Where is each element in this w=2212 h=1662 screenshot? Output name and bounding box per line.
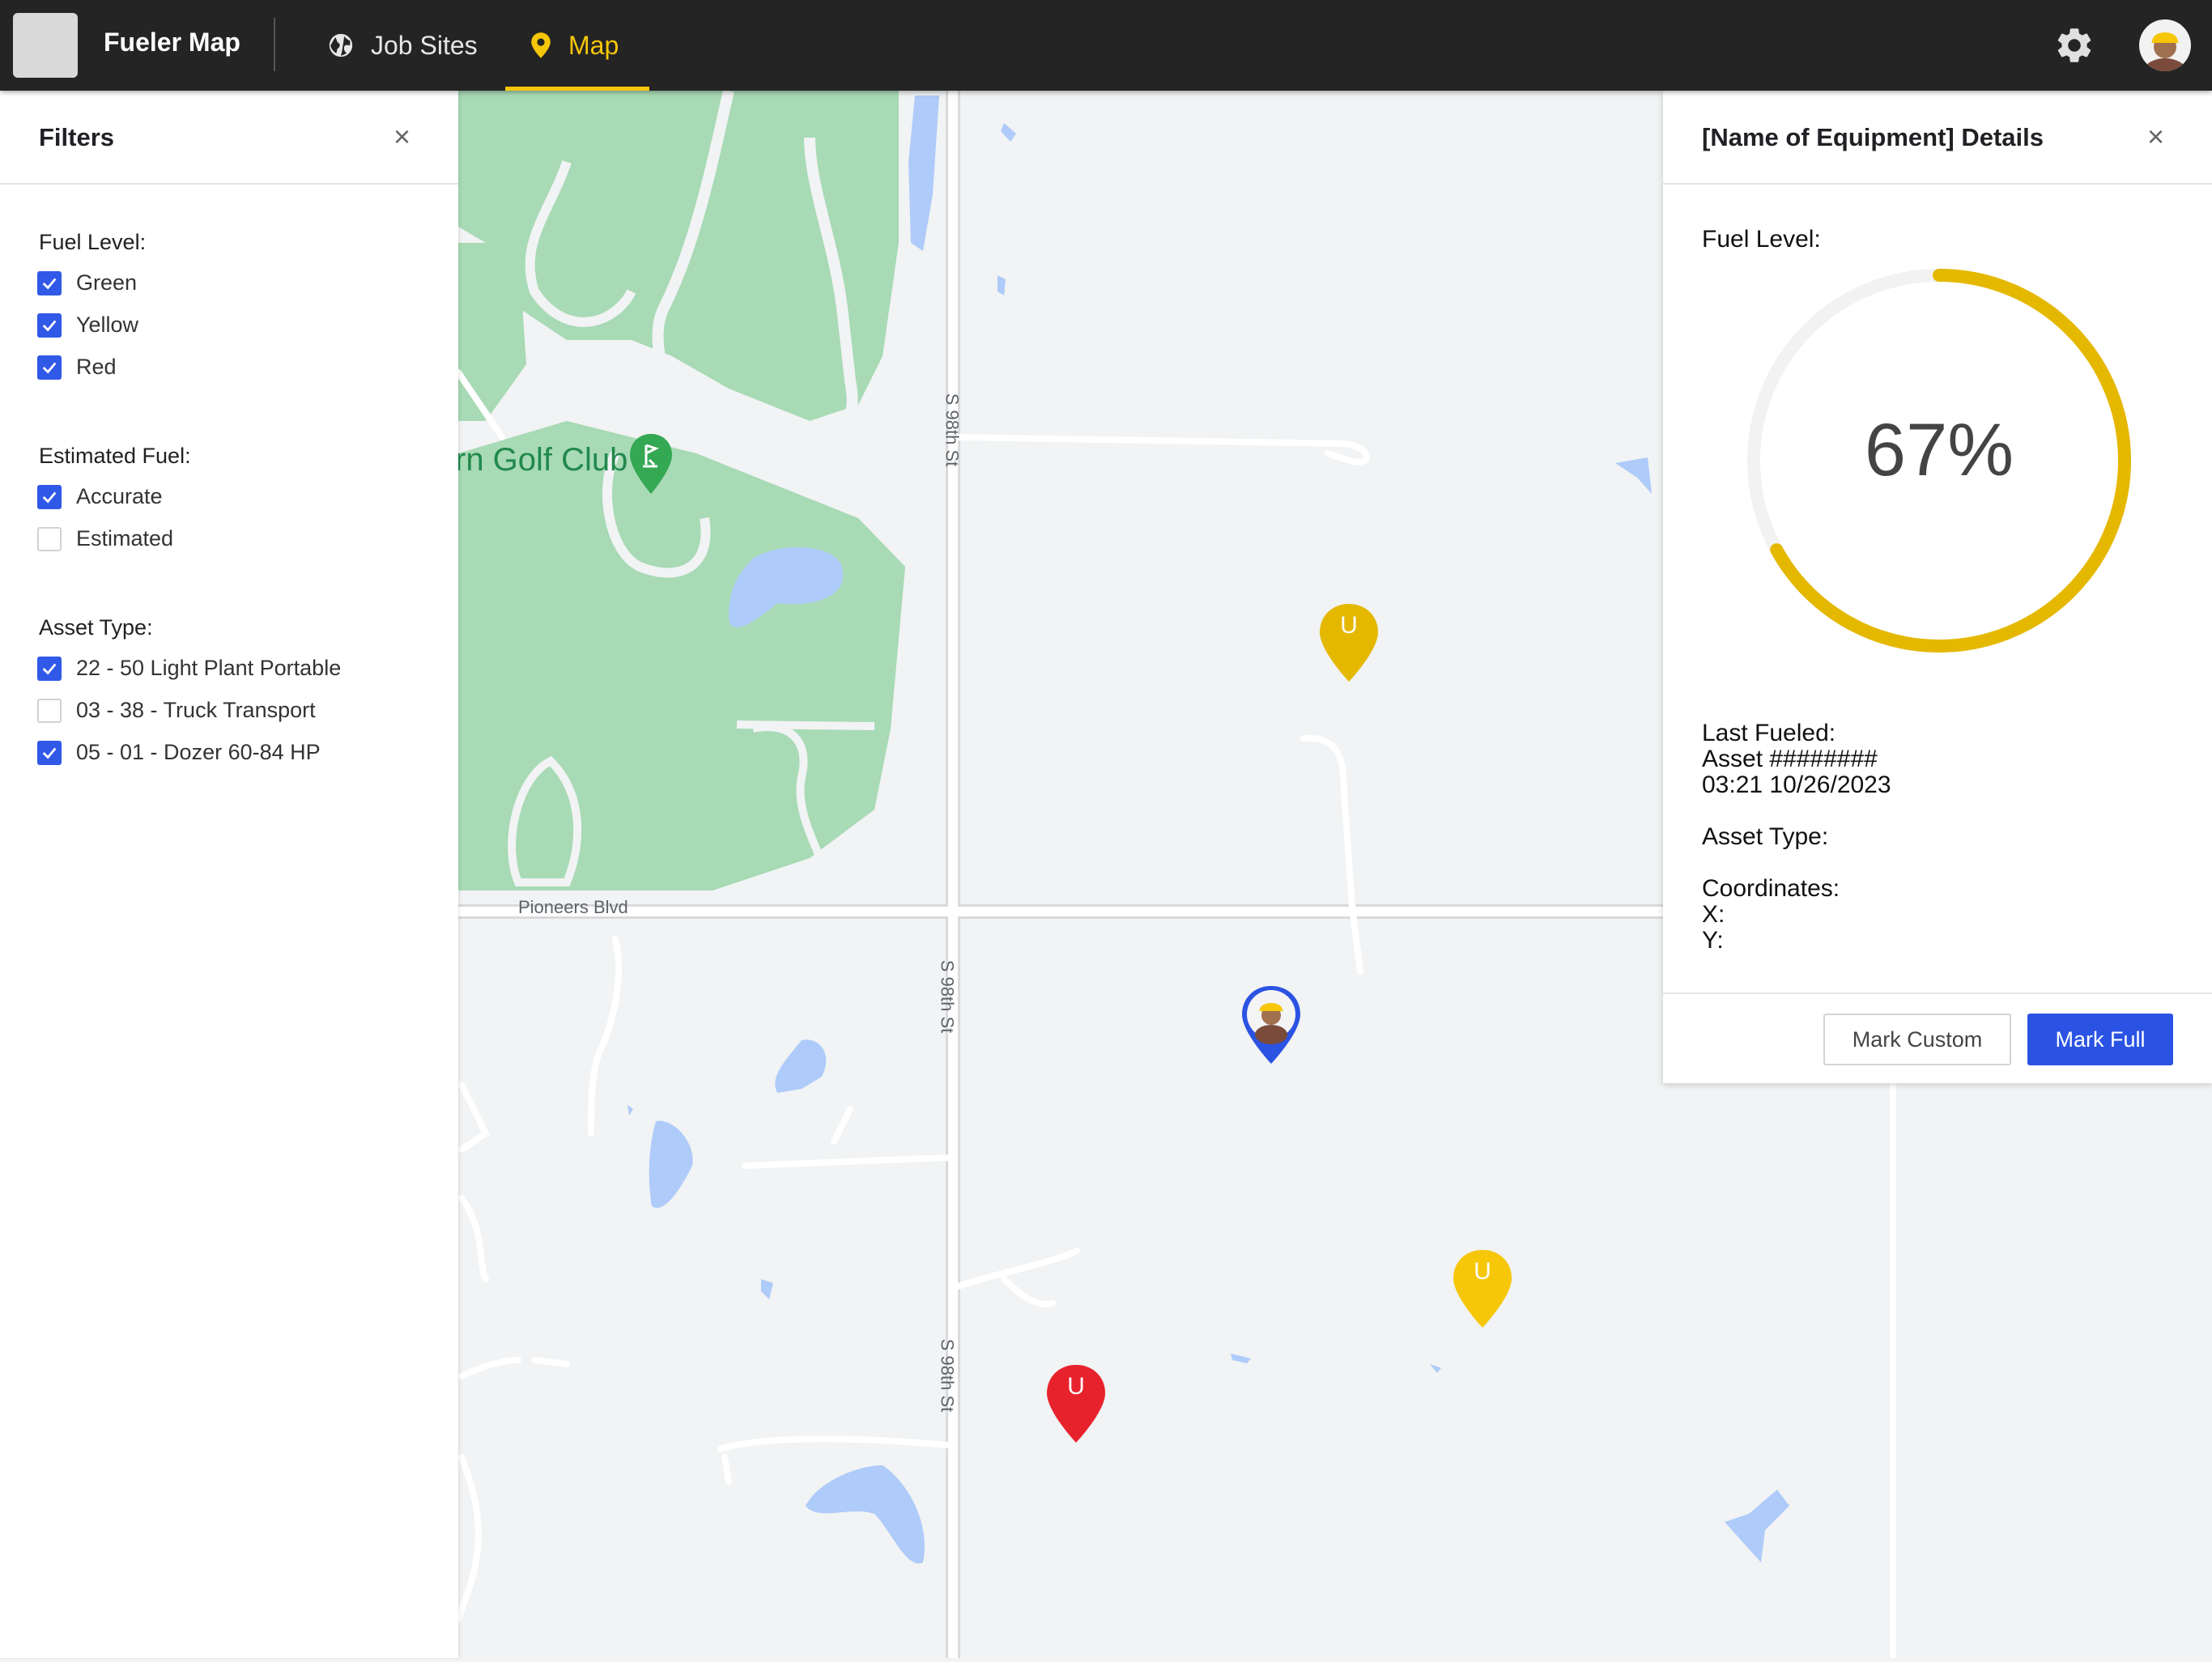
app-logo[interactable] <box>13 13 78 78</box>
gear-icon[interactable] <box>2053 24 2095 66</box>
nav-tab-job-sites[interactable]: Job Sites <box>327 0 478 91</box>
map-pin-icon <box>531 32 551 58</box>
last-fueled-label: Last Fueled: <box>1702 720 1836 746</box>
filter-option-accurate[interactable]: Accurate <box>37 484 163 509</box>
marker-label: U <box>1474 1258 1491 1285</box>
last-fueled-time: 03:21 10/26/2023 <box>1702 771 1891 798</box>
golf-club-label: rn Golf Club <box>455 442 628 478</box>
fuel-marker-yellow[interactable]: U <box>1318 602 1380 683</box>
filter-option-label: Estimated <box>76 526 174 550</box>
checkbox-checked-icon[interactable] <box>37 656 62 681</box>
fuel-level-label: Fuel Level: <box>1702 226 1821 253</box>
road-label: S 98th St <box>937 959 958 1034</box>
equipment-details-panel: [Name of Equipment] Details × Fuel Level… <box>1663 91 2212 1083</box>
filter-option-label: Yellow <box>76 312 139 337</box>
filter-option-dozer[interactable]: 05 - 01 - Dozer 60-84 HP <box>37 740 321 765</box>
checkbox-checked-icon[interactable] <box>37 312 62 338</box>
fuel-percent-value: 67% <box>1864 409 2014 491</box>
marker-label: U <box>1340 612 1358 639</box>
user-avatar[interactable] <box>2139 19 2191 71</box>
fuel-marker-yellow[interactable]: U <box>1452 1248 1513 1329</box>
close-details-icon[interactable]: × <box>2147 122 2164 151</box>
filter-option-label: Red <box>76 355 117 379</box>
details-header: [Name of Equipment] Details × <box>1663 91 2212 185</box>
road-label: S 98th St <box>937 1338 958 1413</box>
road-label-pioneers: Pioneers Blvd <box>518 897 628 917</box>
filter-option-label: 22 - 50 Light Plant Portable <box>76 656 342 680</box>
filter-option-label: 03 - 38 - Truck Transport <box>76 698 316 722</box>
app-title: Fueler Map <box>104 28 240 57</box>
filter-option-red[interactable]: Red <box>37 355 117 380</box>
filter-option-green[interactable]: Green <box>37 270 137 295</box>
details-footer-divider <box>1663 993 2212 994</box>
filter-option-light-plant[interactable]: 22 - 50 Light Plant Portable <box>37 656 341 681</box>
coordinate-y-label: Y: <box>1702 927 1724 954</box>
filter-option-label: Green <box>76 270 138 295</box>
filter-group-label: Estimated Fuel: <box>39 444 191 468</box>
asset-type-label: Asset Type: <box>1702 823 1829 850</box>
top-navigation-bar: Fueler Map Job Sites Map <box>0 0 2212 91</box>
filter-group-label: Fuel Level: <box>39 230 147 254</box>
checkbox-checked-icon[interactable] <box>37 355 62 380</box>
filters-panel: Filters × Fuel Level: Green Yellow Red E… <box>0 91 458 1658</box>
nav-divider <box>274 18 275 71</box>
globe-icon <box>329 33 353 57</box>
coordinates-label: Coordinates: <box>1702 875 1840 902</box>
filter-option-truck-transport[interactable]: 03 - 38 - Truck Transport <box>37 698 316 723</box>
filter-option-label: 05 - 01 - Dozer 60-84 HP <box>76 740 321 764</box>
nav-tab-label: Map <box>568 30 619 60</box>
checkbox-unchecked-icon[interactable] <box>37 698 62 723</box>
coordinate-x-label: X: <box>1702 901 1725 928</box>
filter-option-estimated[interactable]: Estimated <box>37 526 173 551</box>
details-title: [Name of Equipment] Details <box>1702 123 2044 151</box>
filters-header: Filters × <box>0 91 458 185</box>
road-label: S 98th St <box>942 393 963 467</box>
golf-pin-icon <box>630 434 672 494</box>
filters-title: Filters <box>39 123 115 151</box>
fuel-marker-red[interactable]: U <box>1045 1363 1107 1444</box>
nav-tab-map[interactable]: Map <box>505 0 650 91</box>
filter-option-yellow[interactable]: Yellow <box>37 312 138 338</box>
mark-custom-button[interactable]: Mark Custom <box>1823 1014 2011 1065</box>
marker-label: U <box>1067 1373 1085 1400</box>
nav-tab-label: Job Sites <box>371 30 478 60</box>
checkbox-checked-icon[interactable] <box>37 740 62 765</box>
user-location-marker[interactable] <box>1240 984 1302 1065</box>
last-fueled-asset: Asset ######## <box>1702 746 1878 772</box>
checkbox-unchecked-icon[interactable] <box>37 526 62 551</box>
close-filters-icon[interactable]: × <box>393 122 410 151</box>
checkbox-checked-icon[interactable] <box>37 270 62 295</box>
filter-group-label: Asset Type: <box>39 615 153 640</box>
filter-option-label: Accurate <box>76 484 163 508</box>
mark-full-button[interactable]: Mark Full <box>2027 1014 2173 1065</box>
checkbox-checked-icon[interactable] <box>37 484 62 509</box>
